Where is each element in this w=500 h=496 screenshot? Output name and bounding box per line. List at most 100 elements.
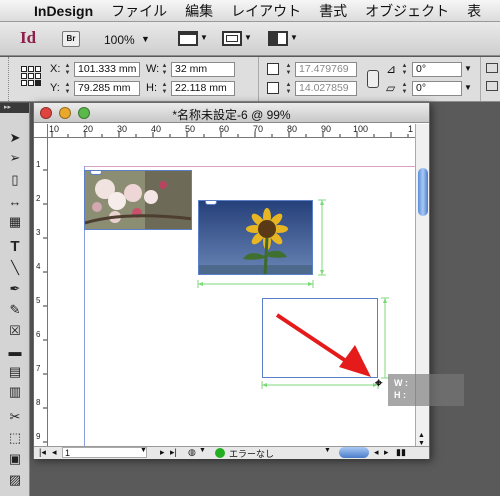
rectangle-tool-icon[interactable]: ▬ [6, 343, 24, 361]
menu-type[interactable]: 書式 [319, 1, 347, 21]
arrange-documents-button[interactable]: ▼ [268, 29, 298, 49]
direct-selection-tool-icon[interactable]: ➢ [6, 149, 24, 167]
ruler-label: 60 [219, 124, 230, 134]
ruler-label: 100 [353, 124, 369, 134]
ruler-label: 90 [321, 124, 332, 134]
horizontal-grid-tool-icon[interactable]: ▤ [6, 363, 24, 381]
content-collector-icon[interactable]: ▦ [6, 213, 24, 231]
screen-mode-icon [222, 31, 242, 46]
ruler-label: 40 [151, 124, 162, 134]
vertical-ruler[interactable]: 1 2 3 4 5 6 7 8 9 [34, 138, 48, 446]
document-titlebar[interactable]: *名称未設定-6 @ 99% [34, 103, 429, 123]
constrain-proportions-icon[interactable] [367, 70, 379, 88]
application-bar: Id Br 100% ▼ ▼ ▼ ▼ [0, 22, 500, 56]
scroll-up-icon[interactable]: ▲ [418, 432, 425, 439]
menu-layout[interactable]: レイアウト [231, 1, 301, 21]
shear-dropdown-icon[interactable]: ▼ [464, 83, 472, 92]
selection-tool-icon[interactable]: ➤ [6, 129, 24, 147]
rotate-dropdown-icon[interactable]: ▼ [464, 64, 472, 73]
pasteboard[interactable]: ⌖ [49, 139, 415, 446]
open-page-icon[interactable]: ◍ [188, 447, 196, 458]
ruler-label: 7 [36, 364, 41, 373]
crosshair-cursor-icon: ⌖ [375, 375, 383, 390]
h-field[interactable]: 22.118 mm [171, 81, 235, 96]
menu-file[interactable]: ファイル [111, 1, 167, 21]
ruler-label: 3 [36, 228, 41, 237]
scale-y-stepper[interactable]: ▲ ▼ [284, 82, 293, 96]
preflight-status-text[interactable]: エラーなし [229, 447, 274, 460]
rectangle-frame-tool-icon[interactable]: ☒ [6, 322, 24, 340]
h-label: H: [146, 82, 157, 94]
gradient-tool-icon[interactable]: ▣ [6, 450, 24, 468]
preflight-status-icon [215, 448, 225, 458]
ruler-label: 20 [83, 124, 94, 134]
menu-app-name[interactable]: InDesign [34, 3, 93, 19]
page-number-field[interactable]: 1 [62, 447, 147, 458]
bridge-button[interactable]: Br [62, 31, 80, 47]
page-tool-icon[interactable]: ▯ [6, 171, 24, 189]
menu-edit[interactable]: 編集 [185, 1, 213, 21]
rotate-stepper[interactable]: ▲ ▼ [400, 63, 409, 77]
size-tooltip: W : H : [388, 374, 464, 406]
ruler-label: 50 [185, 124, 196, 134]
rotate-cw-icon[interactable] [486, 63, 498, 73]
divider [480, 57, 481, 101]
pen-tool-icon[interactable]: ✒ [6, 280, 24, 298]
first-page-icon[interactable]: |◂ [39, 447, 46, 458]
gap-tool-icon[interactable]: ↔ [6, 193, 24, 211]
open-page-dropdown-icon[interactable]: ▼ [199, 447, 206, 454]
next-page-icon[interactable]: ▸ [160, 447, 165, 458]
rotate-field[interactable]: 0° [412, 62, 462, 77]
y-field[interactable]: 79.285 mm [74, 81, 140, 96]
ruler-label: 1 [36, 160, 41, 169]
reference-point-icon[interactable] [21, 66, 41, 86]
horizontal-ruler[interactable]: 10 20 30 40 50 60 70 80 90 100 1 [48, 124, 416, 138]
control-panel: X: ▲ ▼ 101.333 mm Y: ▲ ▼ 79.285 mm W: ▲ ▼ 3… [0, 57, 500, 102]
vertical-grid-tool-icon[interactable]: ▥ [6, 383, 24, 401]
page-dropdown-icon[interactable]: ▼ [140, 447, 147, 454]
panel-grip[interactable] [8, 57, 10, 101]
ruler-label: 8 [36, 398, 41, 407]
last-page-icon[interactable]: ▸| [170, 447, 177, 458]
shear-field[interactable]: 0° [412, 81, 462, 96]
h-stepper[interactable]: ▲ ▼ [160, 82, 169, 96]
x-stepper[interactable]: ▲ ▼ [63, 63, 72, 77]
scale-y-field[interactable]: 14.027859 [295, 81, 357, 96]
type-tool-icon[interactable]: T [6, 238, 24, 256]
preflight-dropdown-icon[interactable]: ▼ [324, 447, 331, 454]
indesign-logo: Id [20, 28, 37, 47]
panel-collapse-icon[interactable]: ▸▸ [0, 103, 29, 113]
prev-page-icon[interactable]: ◂ [52, 447, 57, 458]
flip-icon[interactable] [486, 81, 498, 91]
scale-x-stepper[interactable]: ▲ ▼ [284, 63, 293, 77]
free-transform-tool-icon[interactable]: ⬚ [6, 429, 24, 447]
shear-stepper[interactable]: ▲ ▼ [400, 82, 409, 96]
gradient-feather-tool-icon[interactable]: ▨ [6, 471, 24, 489]
pencil-tool-icon[interactable]: ✎ [6, 301, 24, 319]
ruler-origin[interactable] [34, 124, 48, 138]
x-field[interactable]: 101.333 mm [74, 62, 140, 77]
w-field[interactable]: 32 mm [171, 62, 235, 77]
ruler-label: 70 [253, 124, 264, 134]
scroll-thumb[interactable] [418, 168, 428, 216]
view-options-button[interactable]: ▼ [178, 29, 208, 49]
zoom-level[interactable]: 100% [104, 33, 135, 47]
status-bar: |◂ ◂ 1 ▼ ▸ ▸| ◍ ▼ エラーなし ▼ ◂ ▸ ▮▮ [34, 446, 429, 459]
ruler-label: 10 [49, 124, 60, 134]
split-window-icon[interactable]: ▮▮ [396, 447, 406, 458]
screen-mode-button[interactable]: ▼ [222, 29, 252, 49]
line-tool-icon[interactable]: ╲ [6, 259, 24, 277]
scroll-right-icon[interactable]: ▸ [384, 447, 389, 458]
scroll-left-icon[interactable]: ◂ [374, 447, 379, 458]
menu-object[interactable]: オブジェクト [365, 1, 449, 21]
x-label: X: [50, 63, 61, 75]
document-title: *名称未設定-6 @ 99% [172, 108, 291, 122]
zoom-dropdown-icon[interactable]: ▼ [141, 34, 150, 44]
ruler-label: 6 [36, 330, 41, 339]
scissors-tool-icon[interactable]: ✂ [6, 408, 24, 426]
menu-table[interactable]: 表 [467, 1, 481, 21]
scale-x-field[interactable]: 17.479769 [295, 62, 357, 77]
y-stepper[interactable]: ▲ ▼ [63, 82, 72, 96]
horizontal-scroll-thumb[interactable] [339, 447, 369, 458]
w-stepper[interactable]: ▲ ▼ [160, 63, 169, 77]
